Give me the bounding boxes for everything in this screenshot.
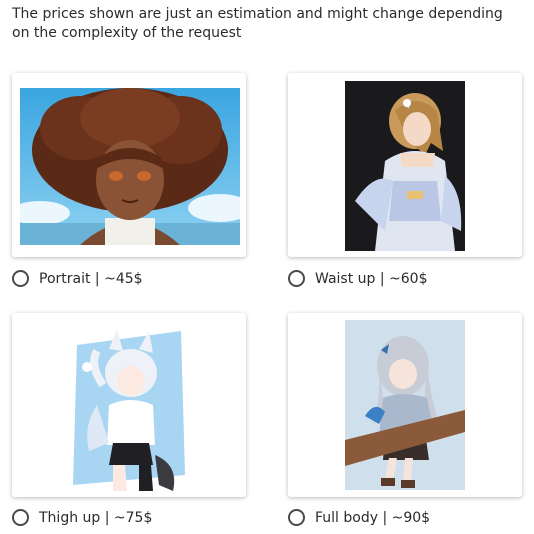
waist-up-label: Waist up | ~60$ xyxy=(315,270,428,287)
option-card-thigh-up[interactable] xyxy=(12,313,246,497)
waist-up-illustration xyxy=(345,81,465,251)
price-notice: The prices shown are just an estimation … xyxy=(12,6,503,41)
option-waist-up[interactable]: Waist up | ~60$ xyxy=(288,270,427,287)
thigh-up-label: Thigh up | ~75$ xyxy=(39,509,153,526)
portrait-illustration xyxy=(20,88,240,245)
thigh-up-radio[interactable] xyxy=(12,509,29,526)
option-card-waist-up[interactable] xyxy=(288,73,522,257)
option-card-portrait[interactable] xyxy=(12,73,246,257)
option-card-full-body[interactable] xyxy=(288,313,522,497)
full-body-illustration xyxy=(345,320,465,490)
option-full-body[interactable]: Full body | ~90$ xyxy=(288,509,430,526)
full-body-radio[interactable] xyxy=(288,509,305,526)
option-thigh-up[interactable]: Thigh up | ~75$ xyxy=(12,509,152,526)
full-body-label: Full body | ~90$ xyxy=(315,509,431,526)
thigh-up-illustration xyxy=(69,325,189,491)
portrait-radio[interactable] xyxy=(12,270,29,287)
option-portrait[interactable]: Portrait | ~45$ xyxy=(12,270,143,287)
waist-up-radio[interactable] xyxy=(288,270,305,287)
portrait-label: Portrait | ~45$ xyxy=(39,270,143,287)
